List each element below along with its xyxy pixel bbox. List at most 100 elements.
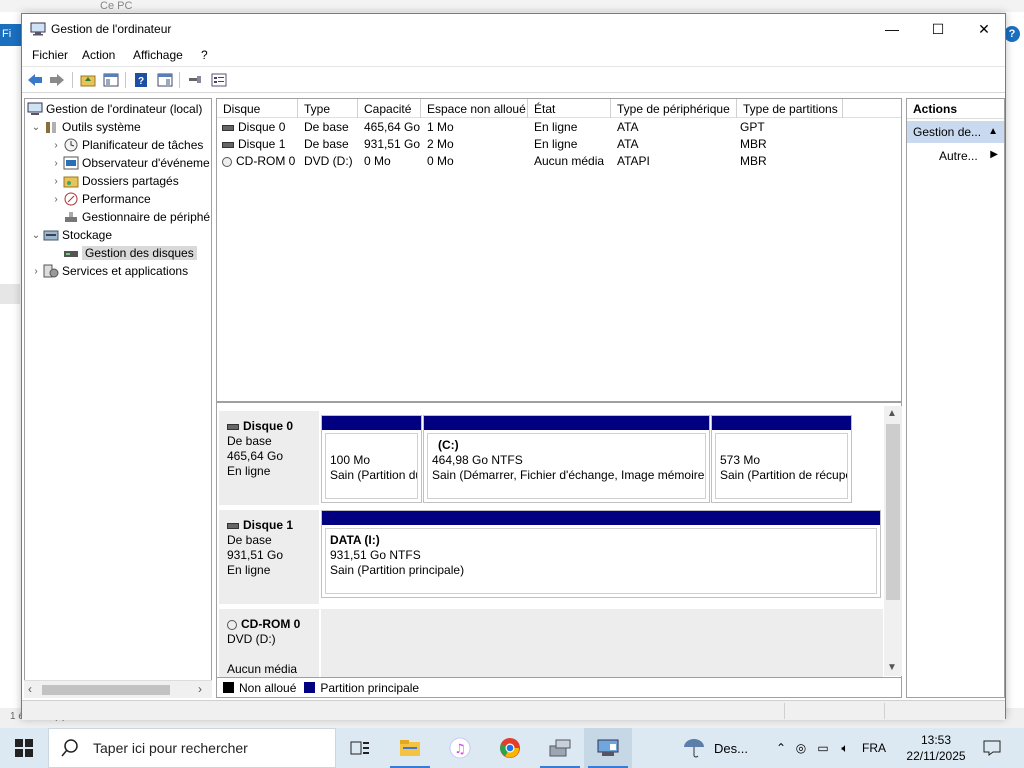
cell-partitions: MBR bbox=[740, 137, 767, 151]
column-header-type-peripherique[interactable]: Type de périphérique bbox=[611, 99, 737, 118]
menu-action[interactable]: Action bbox=[82, 48, 115, 62]
column-header-type-partitions[interactable]: Type de partitions bbox=[737, 99, 843, 118]
back-button[interactable] bbox=[26, 71, 44, 88]
taskbar-search[interactable]: Taper ici pour rechercher bbox=[48, 728, 336, 768]
file-explorer-icon bbox=[400, 740, 420, 756]
notification-center-button[interactable] bbox=[968, 728, 1016, 768]
tree-item-performance[interactable]: › Performance bbox=[49, 190, 150, 208]
tree-item-gestionnaire-peripheriques[interactable]: Gestionnaire de périphé bbox=[49, 208, 210, 226]
chevron-right-icon[interactable]: › bbox=[49, 140, 63, 151]
background-window-title: Ce PC bbox=[100, 0, 133, 12]
close-button[interactable]: ✕ bbox=[961, 14, 1007, 44]
console-tree-icon bbox=[103, 73, 119, 86]
tree-item-observateur[interactable]: › Observateur d'événeme bbox=[49, 154, 210, 172]
tools-icon bbox=[46, 122, 56, 133]
chevron-right-icon[interactable]: › bbox=[49, 176, 63, 187]
tree-item-services-applications[interactable]: › Services et applications bbox=[29, 262, 188, 280]
help-button[interactable]: ? bbox=[132, 71, 150, 88]
taskbar-clock[interactable]: 13:53 22/11/2025 bbox=[898, 732, 974, 764]
tree-item-gestion-des-disques[interactable]: Gestion des disques bbox=[49, 244, 197, 262]
menu-affichage[interactable]: Affichage bbox=[133, 48, 183, 62]
show-hide-tree-button[interactable] bbox=[102, 71, 120, 88]
title-bar[interactable]: Gestion de l'ordinateur — ☐ ✕ bbox=[22, 14, 1005, 44]
chevron-down-icon[interactable]: ⌄ bbox=[29, 122, 43, 133]
chevron-down-icon[interactable]: ⌄ bbox=[29, 230, 43, 241]
scroll-right-icon[interactable]: › bbox=[198, 682, 202, 696]
tree-horizontal-scrollbar[interactable]: ‹ › bbox=[24, 680, 212, 698]
tree-item-label: Observateur d'événeme bbox=[82, 156, 210, 170]
partition-status: Sain (Partition principale) bbox=[330, 563, 465, 577]
disk0-info[interactable]: Disque 0 De base 465,64 Go En ligne bbox=[219, 411, 319, 505]
taskbar-app-network[interactable] bbox=[536, 728, 584, 768]
show-hide-action-pane-button[interactable] bbox=[156, 71, 174, 88]
tree-item-stockage[interactable]: ⌄ Stockage bbox=[29, 226, 112, 244]
taskbar-file-explorer[interactable] bbox=[386, 728, 434, 768]
tree-item-label: Outils système bbox=[62, 120, 141, 134]
properties-button[interactable] bbox=[210, 71, 228, 88]
chevron-right-icon[interactable]: › bbox=[29, 266, 43, 277]
hard-disk-icon bbox=[222, 124, 234, 131]
column-header-etat[interactable]: État bbox=[528, 99, 611, 118]
actions-section-gestion[interactable]: Gestion de... ▲ bbox=[907, 121, 1004, 143]
minimize-button[interactable]: — bbox=[869, 14, 915, 44]
meet-now-icon[interactable]: ◎ bbox=[790, 741, 812, 755]
menu-fichier[interactable]: Fichier bbox=[32, 48, 68, 62]
connect-button[interactable] bbox=[186, 71, 204, 88]
cdrom-info[interactable]: CD-ROM 0 DVD (D:) Aucun média bbox=[219, 609, 319, 677]
scroll-left-icon[interactable]: ‹ bbox=[28, 682, 32, 696]
taskbar-itunes[interactable]: ♫ bbox=[436, 728, 484, 768]
partition-recovery[interactable]: 573 Mo Sain (Partition de récupé bbox=[711, 415, 852, 503]
show-hidden-icons-chevron-icon[interactable]: ⌃ bbox=[772, 741, 790, 755]
tree-item-planificateur[interactable]: › Planificateur de tâches bbox=[49, 136, 203, 154]
scroll-down-icon[interactable]: ▼ bbox=[887, 662, 897, 673]
cell-espace: 0 Mo bbox=[427, 154, 454, 168]
table-row[interactable]: CD-ROM 0 DVD (D:) 0 Mo 0 Mo Aucun média … bbox=[217, 153, 901, 170]
start-button[interactable] bbox=[0, 728, 48, 768]
cell-text: CD-ROM 0 bbox=[236, 154, 296, 168]
chevron-right-icon[interactable]: › bbox=[49, 194, 63, 205]
partition-label bbox=[330, 438, 413, 453]
disk1-info[interactable]: Disque 1 De base 931,51 Go En ligne bbox=[219, 510, 319, 604]
partition-data[interactable]: DATA (I:) 931,51 Go NTFS Sain (Partition… bbox=[321, 510, 881, 598]
graph-vertical-scrollbar[interactable]: ▲ ▼ bbox=[884, 406, 902, 676]
tree-item-outils-systeme[interactable]: ⌄ Outils système bbox=[29, 118, 141, 136]
up-level-button[interactable] bbox=[79, 71, 97, 88]
status-segment bbox=[784, 703, 884, 719]
actions-item-autre[interactable]: Autre... bbox=[939, 149, 978, 163]
menu-help[interactable]: ? bbox=[201, 48, 208, 62]
tree-item-dossiers-partages[interactable]: › Dossiers partagés bbox=[49, 172, 178, 190]
collapse-up-icon[interactable]: ▲ bbox=[988, 126, 998, 137]
maximize-button[interactable]: ☐ bbox=[915, 14, 961, 44]
chevron-right-icon[interactable]: › bbox=[49, 158, 63, 169]
language-indicator[interactable]: FRA bbox=[862, 741, 886, 755]
cell-partitions: GPT bbox=[740, 120, 765, 134]
cell-etat: En ligne bbox=[534, 137, 578, 151]
taskbar-chrome[interactable] bbox=[486, 728, 534, 768]
scrollbar-thumb[interactable] bbox=[886, 424, 900, 600]
partition-c[interactable]: (C:) 464,98 Go NTFS Sain (Démarrer, Fich… bbox=[423, 415, 710, 503]
volume-icon[interactable]: 🔈︎ bbox=[834, 741, 856, 756]
scrollbar-thumb[interactable] bbox=[42, 685, 170, 695]
scroll-up-icon[interactable]: ▲ bbox=[887, 408, 897, 419]
submenu-arrow-icon[interactable]: ▶ bbox=[990, 149, 998, 160]
taskbar-computer-management[interactable] bbox=[584, 728, 632, 768]
table-row[interactable]: Disque 1 De base 931,51 Go 2 Mo En ligne… bbox=[217, 136, 901, 153]
partition-size: 931,51 Go NTFS bbox=[330, 548, 421, 562]
background-file-tab[interactable]: Fi bbox=[0, 24, 22, 46]
list-header: Disque Type Capacité Espace non alloué É… bbox=[217, 99, 901, 118]
tree-item-computer-management[interactable]: Gestion de l'ordinateur (local) bbox=[27, 100, 202, 118]
forward-arrow-icon bbox=[50, 73, 64, 86]
background-selection bbox=[0, 284, 20, 304]
weather-widget[interactable]: Des... bbox=[682, 728, 748, 768]
partition-bar bbox=[322, 416, 421, 430]
column-header-capacite[interactable]: Capacité bbox=[358, 99, 421, 118]
column-header-espace-non-alloue[interactable]: Espace non alloué bbox=[421, 99, 528, 118]
notification-icon bbox=[983, 740, 1001, 756]
column-header-disque[interactable]: Disque bbox=[217, 99, 298, 118]
table-row[interactable]: Disque 0 De base 465,64 Go 1 Mo En ligne… bbox=[217, 119, 901, 136]
column-header-type[interactable]: Type bbox=[298, 99, 358, 118]
task-view-button[interactable] bbox=[336, 728, 384, 768]
forward-button[interactable] bbox=[48, 71, 66, 88]
partition-efi[interactable]: 100 Mo Sain (Partition du bbox=[321, 415, 422, 503]
network-icon[interactable]: ▭ bbox=[812, 741, 834, 755]
